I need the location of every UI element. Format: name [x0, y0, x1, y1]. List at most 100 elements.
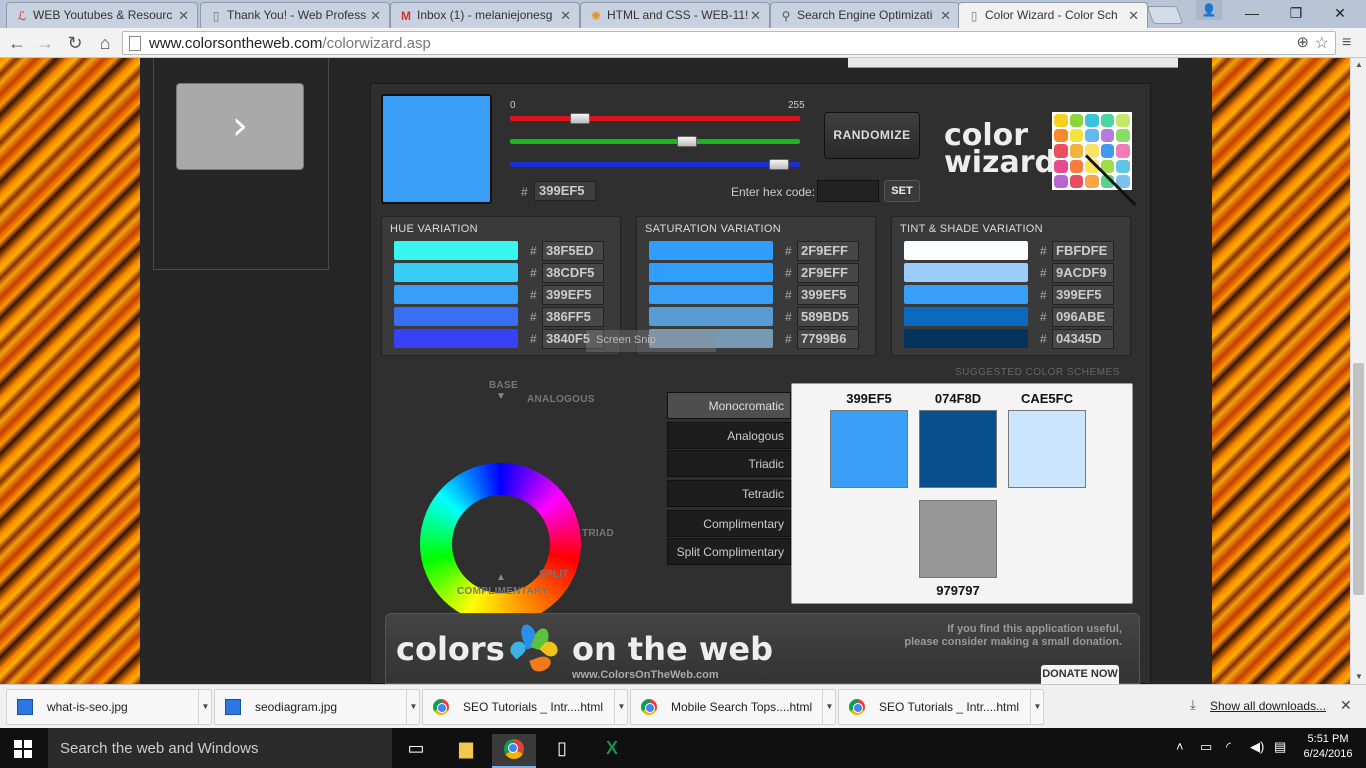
page-scrollbar[interactable]: ▲ ▼ [1350, 58, 1366, 684]
close-icon[interactable]: ✕ [750, 8, 761, 24]
color-swatch[interactable] [649, 263, 773, 282]
excel-icon[interactable]: X [590, 734, 634, 768]
color-swatch[interactable] [394, 307, 518, 326]
blue-slider-handle[interactable] [769, 159, 790, 170]
chrome-taskbar-icon[interactable] [492, 734, 536, 768]
color-swatch[interactable] [904, 329, 1028, 348]
red-slider-handle[interactable] [570, 113, 591, 124]
banner-url: www.ColorsOnTheWeb.com [572, 669, 719, 681]
scheme-swatch-4[interactable] [919, 500, 997, 578]
chevron-up-icon[interactable]: ˄ [1176, 739, 1184, 754]
windows-start-icon[interactable] [14, 740, 32, 758]
tab-inbox[interactable]: M Inbox (1) - melaniejonesg ✕ [390, 2, 580, 28]
color-swatch[interactable] [649, 307, 773, 326]
color-swatch[interactable] [649, 285, 773, 304]
window-close-button[interactable]: ✕ [1318, 0, 1362, 26]
taskbar-search-box[interactable]: Search the web and Windows [48, 728, 392, 768]
green-slider-track[interactable] [510, 139, 800, 144]
back-icon[interactable]: ← [6, 32, 28, 54]
tab-html-css[interactable]: ✺ HTML and CSS - WEB-11! ✕ [580, 2, 770, 28]
forward-icon[interactable]: → [34, 32, 56, 54]
banner-title-left: colors [396, 630, 505, 668]
home-icon[interactable]: ⌂ [94, 32, 116, 54]
scheme-button-complimentary[interactable]: Complimentary [667, 510, 791, 537]
minimize-button[interactable]: — [1230, 0, 1274, 26]
scheme-swatch-3[interactable] [1008, 410, 1086, 488]
bookmark-star-icon[interactable]: ☆ [1315, 33, 1329, 53]
tab-web-youtubes[interactable]: ℒ WEB Youtubes & Resourc ✕ [6, 2, 198, 28]
wifi-icon[interactable]: ◜ [1226, 739, 1231, 755]
taskbar-clock[interactable]: 5:51 PM 6/24/2016 [1300, 732, 1356, 762]
set-button[interactable]: SET [884, 180, 920, 202]
scheme-button-monocromatic[interactable]: Monocromatic [667, 392, 791, 419]
download-item[interactable]: SEO Tutorials _ Intr....html ▼ [422, 689, 628, 725]
scroll-up-icon[interactable]: ▲ [1351, 58, 1366, 72]
hex-value: FBFDFE [1052, 241, 1114, 261]
scroll-down-icon[interactable]: ▼ [1351, 670, 1366, 684]
reload-icon[interactable]: ↻ [64, 32, 86, 54]
download-item[interactable]: seodiagram.jpg ▼ [214, 689, 420, 725]
close-icon[interactable]: ✕ [560, 8, 571, 24]
color-swatch[interactable] [904, 307, 1028, 326]
download-item[interactable]: what-is-seo.jpg ▼ [6, 689, 212, 725]
page-viewport: › 0 255 # 399EF5 Enter hex code: SET RAN… [0, 58, 1350, 684]
color-swatch[interactable] [649, 241, 773, 260]
download-item[interactable]: SEO Tutorials _ Intr....html ▼ [838, 689, 1044, 725]
tab-thank-you[interactable]: ▯ Thank You! - Web Profess ✕ [200, 2, 390, 28]
chevron-down-icon[interactable]: ▼ [1030, 690, 1044, 724]
download-item[interactable]: Mobile Search Tops....html ▼ [630, 689, 836, 725]
tab-color-wizard[interactable]: ▯ Color Wizard - Color Sch ✕ [958, 2, 1148, 28]
chevron-down-icon[interactable]: ▼ [614, 690, 628, 724]
download-arrow-icon: ⤓ [1190, 697, 1196, 712]
user-icon[interactable]: 👤 [1196, 0, 1222, 20]
randomize-button[interactable]: RANDOMIZE [824, 112, 920, 159]
color-swatch[interactable] [394, 241, 518, 260]
scheme-swatch-1[interactable] [830, 410, 908, 488]
color-swatch[interactable] [904, 241, 1028, 260]
volume-icon[interactable]: ◀) [1250, 739, 1264, 755]
battery-icon[interactable]: ▭ [1200, 739, 1212, 755]
color-swatch[interactable] [904, 285, 1028, 304]
screen-snip-overlay[interactable]: Screen Snip [586, 330, 716, 352]
next-arrow-button[interactable]: › [176, 83, 304, 170]
hash-label: # [530, 288, 537, 302]
chevron-down-icon[interactable]: ▼ [198, 690, 212, 724]
color-swatch[interactable] [394, 263, 518, 282]
browser-toolbar: ← → ↻ ⌂ www.colorsontheweb.com/colorwiza… [0, 28, 1366, 58]
color-swatch[interactable] [394, 285, 518, 304]
url-text[interactable]: www.colorsontheweb.com/colorwizard.asp [149, 35, 431, 52]
zoom-icon[interactable]: ⊕ [1296, 33, 1309, 51]
color-swatch[interactable] [904, 263, 1028, 282]
show-all-downloads-link[interactable]: Show all downloads... [1210, 699, 1326, 713]
chevron-down-icon[interactable]: ▼ [822, 690, 836, 724]
scheme-button-triadic[interactable]: Triadic [667, 450, 791, 477]
scheme-button-split-complimentary[interactable]: Split Complimentary [667, 538, 791, 565]
close-icon[interactable]: ✕ [1128, 8, 1139, 24]
scheme-swatch-2[interactable] [919, 410, 997, 488]
document-icon[interactable]: ▯ [540, 734, 584, 768]
donate-now-button[interactable]: DONATE NOW [1041, 665, 1119, 684]
hash-label: # [785, 310, 792, 324]
chrome-menu-icon[interactable]: ≡ [1342, 34, 1351, 52]
color-swatch[interactable] [394, 329, 518, 348]
red-slider-track[interactable] [510, 116, 800, 121]
scrollbar-thumb[interactable] [1353, 363, 1364, 595]
tab-seo[interactable]: ⚲ Search Engine Optimizati ✕ [770, 2, 960, 28]
address-bar[interactable]: www.colorsontheweb.com/colorwizard.asp ⊕… [122, 31, 1336, 55]
new-tab-button[interactable] [1146, 6, 1184, 24]
notifications-icon[interactable]: ▤ [1274, 739, 1286, 755]
close-icon[interactable]: ✕ [940, 8, 951, 24]
close-icon[interactable]: ✕ [370, 8, 381, 24]
scheme-button-tetradic[interactable]: Tetradic [667, 480, 791, 507]
chevron-down-icon[interactable]: ▼ [406, 690, 420, 724]
green-slider-handle[interactable] [677, 136, 698, 147]
task-view-icon[interactable]: ▭ [394, 734, 438, 768]
hex-value: 386FF5 [542, 307, 604, 327]
close-icon[interactable]: ✕ [178, 8, 189, 24]
maximize-button[interactable]: ❐ [1274, 0, 1318, 26]
scheme-button-analogous[interactable]: Analogous [667, 422, 791, 449]
file-explorer-icon[interactable]: ▆ [444, 734, 488, 768]
blue-slider-track[interactable] [510, 162, 800, 167]
close-icon[interactable]: ✕ [1340, 697, 1352, 714]
hex-entry-input[interactable] [817, 180, 879, 202]
